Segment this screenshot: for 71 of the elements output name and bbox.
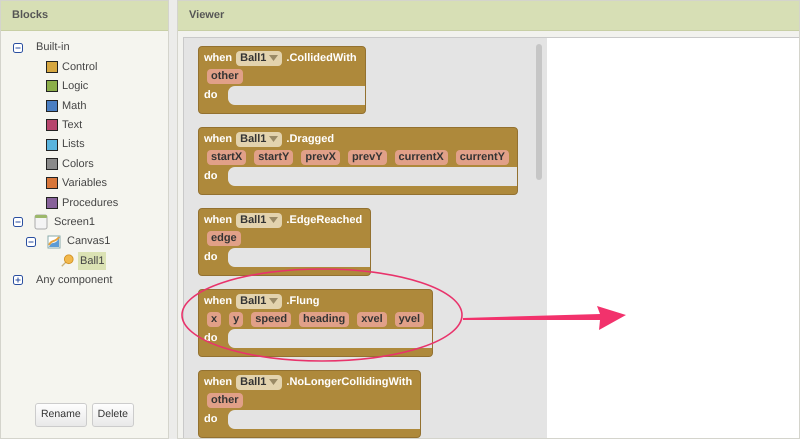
event-block[interactable]: when Ball1 .Flung x y speed heading xvel yvel do: [198, 289, 434, 357]
tree-item[interactable]: Logic: [60, 77, 90, 96]
parameter[interactable]: edge: [207, 231, 241, 246]
component-dropdown[interactable]: Ball1: [236, 294, 282, 309]
caret-icon[interactable]: [269, 379, 278, 386]
screen-icon[interactable]: [34, 214, 48, 230]
tree-item[interactable]: Built-in: [34, 38, 72, 57]
tree-item[interactable]: Canvas1: [65, 232, 112, 251]
tree-item[interactable]: Procedures: [60, 194, 120, 212]
block-label: when: [204, 294, 232, 310]
parameter[interactable]: yvel: [394, 312, 424, 327]
parameter[interactable]: startY: [254, 150, 294, 165]
parameter[interactable]: other: [207, 393, 242, 408]
action-button[interactable]: Rename: [34, 403, 87, 427]
parameter[interactable]: heading: [299, 312, 350, 327]
event-block[interactable]: when Ball1 .CollidedWith other do: [198, 46, 366, 114]
caret-icon[interactable]: [269, 217, 278, 224]
block-label: do: [204, 412, 218, 428]
parameter[interactable]: x: [207, 312, 222, 327]
tree-item[interactable]: Colors: [60, 154, 96, 174]
parameter[interactable]: currentX: [394, 150, 448, 165]
panel-title: Blocks: [12, 8, 48, 24]
block-label: when: [204, 51, 232, 66]
caret-icon[interactable]: [269, 136, 278, 142]
canvas-icon[interactable]: [47, 234, 61, 250]
caret-icon[interactable]: [269, 55, 278, 62]
panel-title: Viewer: [189, 8, 224, 24]
block-label: when: [204, 132, 232, 148]
block-label: when: [204, 213, 232, 228]
block-label: do: [204, 88, 218, 104]
event-name: .Flung: [286, 294, 320, 310]
parameter[interactable]: startX: [207, 150, 246, 165]
parameter[interactable]: speed: [251, 312, 292, 327]
tree-item[interactable]: Lists: [60, 135, 87, 154]
block-label: do: [204, 169, 218, 184]
block-label: do: [204, 331, 218, 346]
component-dropdown[interactable]: Ball1: [236, 213, 282, 228]
tree-item[interactable]: Text: [60, 116, 84, 134]
event-name: .EdgeReached: [286, 213, 362, 228]
event-name: .Dragged: [286, 132, 334, 148]
block-label: do: [204, 250, 218, 266]
block-label: when: [204, 375, 232, 390]
event-name: .NoLongerCollidingWith: [286, 375, 412, 390]
caret-icon[interactable]: [269, 298, 278, 304]
event-block[interactable]: when Ball1 .EdgeReached edge do: [198, 208, 372, 276]
parameter[interactable]: y: [229, 312, 244, 327]
component-dropdown[interactable]: Ball1: [236, 375, 282, 390]
parameter[interactable]: prevX: [301, 150, 340, 165]
parameter[interactable]: xvel: [357, 312, 387, 327]
event-block[interactable]: when Ball1 .NoLongerCollidingWith other do: [198, 370, 422, 438]
tree-item[interactable]: Ball1: [78, 252, 106, 270]
tree-item[interactable]: Control: [60, 58, 100, 76]
event-name: .CollidedWith: [286, 51, 357, 66]
collapse-icon[interactable]: [13, 42, 23, 53]
tree-item[interactable]: Screen1: [52, 212, 97, 232]
expand-icon[interactable]: [13, 275, 23, 286]
scrollbar[interactable]: [536, 44, 542, 180]
collapse-icon[interactable]: [13, 217, 23, 228]
ball-icon[interactable]: [60, 252, 74, 269]
collapse-icon[interactable]: [26, 236, 36, 247]
tree-item[interactable]: Variables: [60, 174, 110, 193]
component-dropdown[interactable]: Ball1: [236, 132, 282, 147]
workspace[interactable]: [183, 37, 799, 438]
component-dropdown[interactable]: Ball1: [236, 51, 282, 66]
tree-item[interactable]: Any component: [34, 271, 114, 290]
action-button[interactable]: Delete: [92, 403, 134, 427]
parameter[interactable]: other: [207, 69, 242, 84]
tree-item[interactable]: Math: [60, 96, 88, 116]
parameter[interactable]: currentY: [456, 150, 510, 165]
event-block[interactable]: when Ball1 .Dragged startX startY prevX prevY currentX currentY do: [198, 127, 518, 195]
parameter[interactable]: prevY: [348, 150, 387, 165]
